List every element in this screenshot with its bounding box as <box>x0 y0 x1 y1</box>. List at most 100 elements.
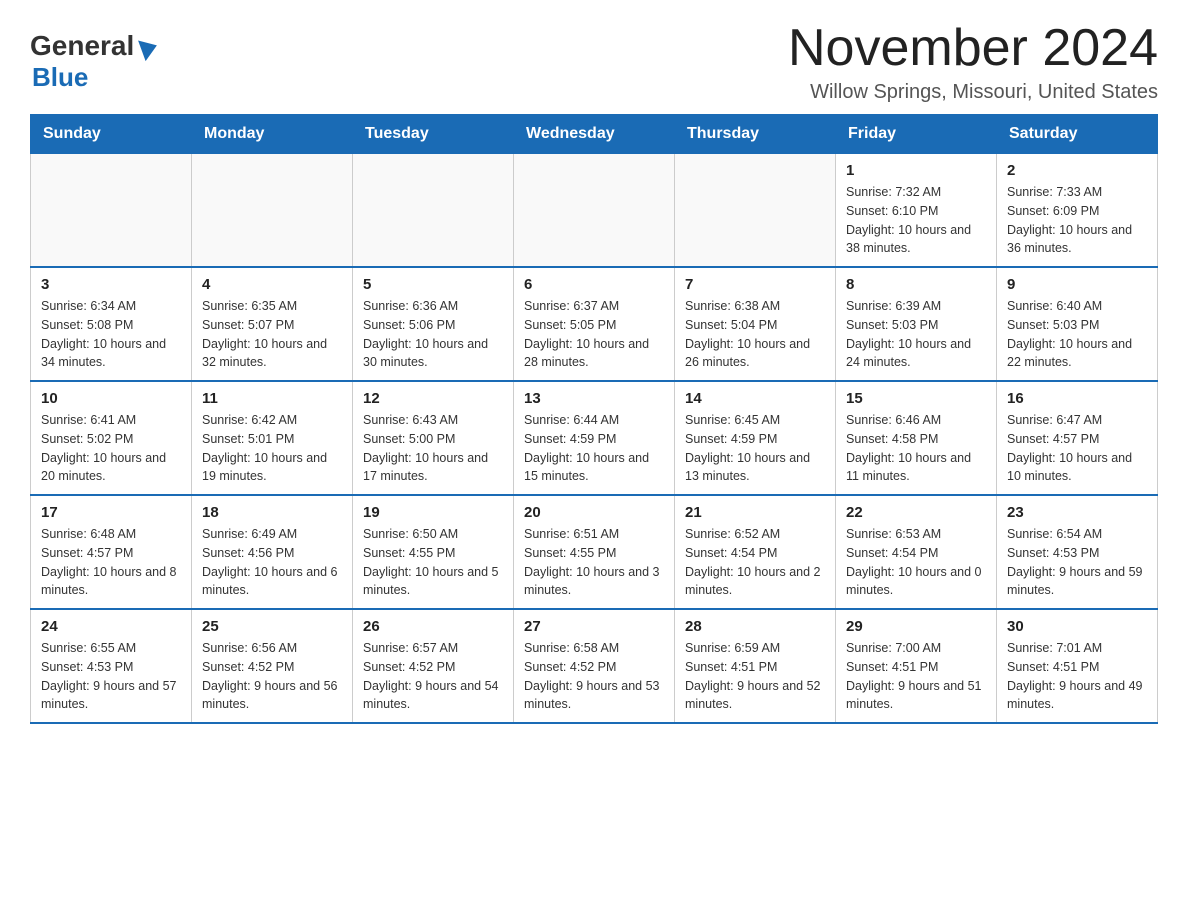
day-info: Sunrise: 6:34 AMSunset: 5:08 PMDaylight:… <box>41 297 181 372</box>
logo-blue-text: Blue <box>32 62 88 93</box>
day-number: 26 <box>363 618 503 635</box>
day-number: 25 <box>202 618 342 635</box>
calendar-cell: 30Sunrise: 7:01 AMSunset: 4:51 PMDayligh… <box>997 609 1158 723</box>
logo-blue-container <box>136 33 169 59</box>
calendar-cell: 18 Sunrise: 6:49 AMSunset: 4:56 PMDayligh… <box>192 495 353 609</box>
calendar-cell: 27 Sunrise: 6:58 AMSunset: 4:52 PMDayligh… <box>514 609 675 723</box>
calendar-header-thursday: Thursday <box>675 115 836 154</box>
day-number: 10 <box>41 390 181 407</box>
day-number: 17 <box>41 504 181 521</box>
day-number: 24 <box>41 618 181 635</box>
day-info: Sunrise: 6:44 AMSunset: 4:59 PMDaylight:… <box>524 411 664 486</box>
calendar-cell: 16Sunrise: 6:47 AMSunset: 4:57 PMDayligh… <box>997 381 1158 495</box>
calendar-cell: 25 Sunrise: 6:56 AMSunset: 4:52 PMDayligh… <box>192 609 353 723</box>
calendar-header-saturday: Saturday <box>997 115 1158 154</box>
calendar-cell: 12 Sunrise: 6:43 AMSunset: 5:00 PMDayligh… <box>353 381 514 495</box>
calendar-cell: 10 Sunrise: 6:41 AMSunset: 5:02 PMDayligh… <box>31 381 192 495</box>
calendar-header-wednesday: Wednesday <box>514 115 675 154</box>
day-number: 12 <box>363 390 503 407</box>
calendar-cell: 1 Sunrise: 7:32 AMSunset: 6:10 PMDaylight… <box>836 154 997 268</box>
calendar-cell: 14Sunrise: 6:45 AMSunset: 4:59 PMDayligh… <box>675 381 836 495</box>
calendar-cell <box>353 154 514 268</box>
day-number: 7 <box>685 276 825 293</box>
day-number: 1 <box>846 162 986 179</box>
week-row-2: 3 Sunrise: 6:34 AMSunset: 5:08 PMDaylight… <box>31 267 1158 381</box>
day-info: Sunrise: 6:42 AMSunset: 5:01 PMDaylight:… <box>202 411 342 486</box>
day-number: 5 <box>363 276 503 293</box>
calendar-header-monday: Monday <box>192 115 353 154</box>
day-info: Sunrise: 7:01 AMSunset: 4:51 PMDaylight:… <box>1007 639 1147 714</box>
day-number: 20 <box>524 504 664 521</box>
day-info: Sunrise: 6:58 AMSunset: 4:52 PMDaylight:… <box>524 639 664 714</box>
day-info: Sunrise: 6:59 AMSunset: 4:51 PMDaylight:… <box>685 639 825 714</box>
week-row-3: 10 Sunrise: 6:41 AMSunset: 5:02 PMDayligh… <box>31 381 1158 495</box>
page-header: General Blue November 2024 Willow Spring… <box>30 20 1158 104</box>
day-info: Sunrise: 6:39 AMSunset: 5:03 PMDaylight:… <box>846 297 986 372</box>
calendar-cell: 11 Sunrise: 6:42 AMSunset: 5:01 PMDayligh… <box>192 381 353 495</box>
calendar-cell: 3 Sunrise: 6:34 AMSunset: 5:08 PMDaylight… <box>31 267 192 381</box>
title-section: November 2024 Willow Springs, Missouri, … <box>788 20 1158 104</box>
day-info: Sunrise: 7:32 AMSunset: 6:10 PMDaylight:… <box>846 183 986 258</box>
day-info: Sunrise: 6:57 AMSunset: 4:52 PMDaylight:… <box>363 639 503 714</box>
logo: General Blue <box>30 25 169 93</box>
week-row-1: 1 Sunrise: 7:32 AMSunset: 6:10 PMDaylight… <box>31 154 1158 268</box>
day-info: Sunrise: 6:49 AMSunset: 4:56 PMDaylight:… <box>202 525 342 600</box>
week-row-5: 24 Sunrise: 6:55 AMSunset: 4:53 PMDayligh… <box>31 609 1158 723</box>
day-info: Sunrise: 6:52 AMSunset: 4:54 PMDaylight:… <box>685 525 825 600</box>
calendar-cell <box>31 154 192 268</box>
calendar-header-row: SundayMondayTuesdayWednesdayThursdayFrid… <box>31 115 1158 154</box>
day-number: 4 <box>202 276 342 293</box>
day-info: Sunrise: 7:00 AMSunset: 4:51 PMDaylight:… <box>846 639 986 714</box>
day-number: 14 <box>685 390 825 407</box>
day-number: 11 <box>202 390 342 407</box>
calendar-cell: 6Sunrise: 6:37 AMSunset: 5:05 PMDaylight… <box>514 267 675 381</box>
day-info: Sunrise: 6:43 AMSunset: 5:00 PMDaylight:… <box>363 411 503 486</box>
calendar-cell: 24 Sunrise: 6:55 AMSunset: 4:53 PMDayligh… <box>31 609 192 723</box>
calendar-cell: 20Sunrise: 6:51 AMSunset: 4:55 PMDayligh… <box>514 495 675 609</box>
calendar-cell: 17 Sunrise: 6:48 AMSunset: 4:57 PMDayligh… <box>31 495 192 609</box>
calendar-header-friday: Friday <box>836 115 997 154</box>
calendar-cell: 28 Sunrise: 6:59 AMSunset: 4:51 PMDayligh… <box>675 609 836 723</box>
calendar-cell: 22 Sunrise: 6:53 AMSunset: 4:54 PMDayligh… <box>836 495 997 609</box>
day-number: 28 <box>685 618 825 635</box>
calendar-cell <box>675 154 836 268</box>
day-number: 27 <box>524 618 664 635</box>
day-info: Sunrise: 6:35 AMSunset: 5:07 PMDaylight:… <box>202 297 342 372</box>
calendar-cell: 7Sunrise: 6:38 AMSunset: 5:04 PMDaylight… <box>675 267 836 381</box>
day-number: 6 <box>524 276 664 293</box>
calendar-cell: 21 Sunrise: 6:52 AMSunset: 4:54 PMDayligh… <box>675 495 836 609</box>
day-info: Sunrise: 6:53 AMSunset: 4:54 PMDaylight:… <box>846 525 986 600</box>
month-title: November 2024 <box>788 20 1158 77</box>
calendar-cell <box>514 154 675 268</box>
day-info: Sunrise: 6:56 AMSunset: 4:52 PMDaylight:… <box>202 639 342 714</box>
day-info: Sunrise: 6:41 AMSunset: 5:02 PMDaylight:… <box>41 411 181 486</box>
calendar-cell: 19Sunrise: 6:50 AMSunset: 4:55 PMDayligh… <box>353 495 514 609</box>
day-number: 2 <box>1007 162 1147 179</box>
day-number: 9 <box>1007 276 1147 293</box>
day-number: 22 <box>846 504 986 521</box>
day-number: 3 <box>41 276 181 293</box>
day-number: 8 <box>846 276 986 293</box>
day-info: Sunrise: 6:54 AMSunset: 4:53 PMDaylight:… <box>1007 525 1147 600</box>
week-row-4: 17 Sunrise: 6:48 AMSunset: 4:57 PMDayligh… <box>31 495 1158 609</box>
day-info: Sunrise: 6:36 AMSunset: 5:06 PMDaylight:… <box>363 297 503 372</box>
calendar-cell: 13 Sunrise: 6:44 AMSunset: 4:59 PMDayligh… <box>514 381 675 495</box>
day-info: Sunrise: 6:46 AMSunset: 4:58 PMDaylight:… <box>846 411 986 486</box>
calendar-cell: 15Sunrise: 6:46 AMSunset: 4:58 PMDayligh… <box>836 381 997 495</box>
day-info: Sunrise: 6:55 AMSunset: 4:53 PMDaylight:… <box>41 639 181 714</box>
calendar-cell: 26 Sunrise: 6:57 AMSunset: 4:52 PMDayligh… <box>353 609 514 723</box>
day-info: Sunrise: 6:48 AMSunset: 4:57 PMDaylight:… <box>41 525 181 600</box>
logo-bottom: Blue <box>30 62 88 93</box>
day-number: 13 <box>524 390 664 407</box>
day-info: Sunrise: 6:40 AMSunset: 5:03 PMDaylight:… <box>1007 297 1147 372</box>
calendar-cell: 29 Sunrise: 7:00 AMSunset: 4:51 PMDayligh… <box>836 609 997 723</box>
calendar-cell: 2Sunrise: 7:33 AMSunset: 6:09 PMDaylight… <box>997 154 1158 268</box>
day-number: 23 <box>1007 504 1147 521</box>
calendar-cell: 23 Sunrise: 6:54 AMSunset: 4:53 PMDayligh… <box>997 495 1158 609</box>
day-number: 18 <box>202 504 342 521</box>
day-number: 29 <box>846 618 986 635</box>
day-number: 21 <box>685 504 825 521</box>
day-info: Sunrise: 6:50 AMSunset: 4:55 PMDaylight:… <box>363 525 503 600</box>
day-number: 16 <box>1007 390 1147 407</box>
logo-triangle-icon <box>138 31 172 61</box>
